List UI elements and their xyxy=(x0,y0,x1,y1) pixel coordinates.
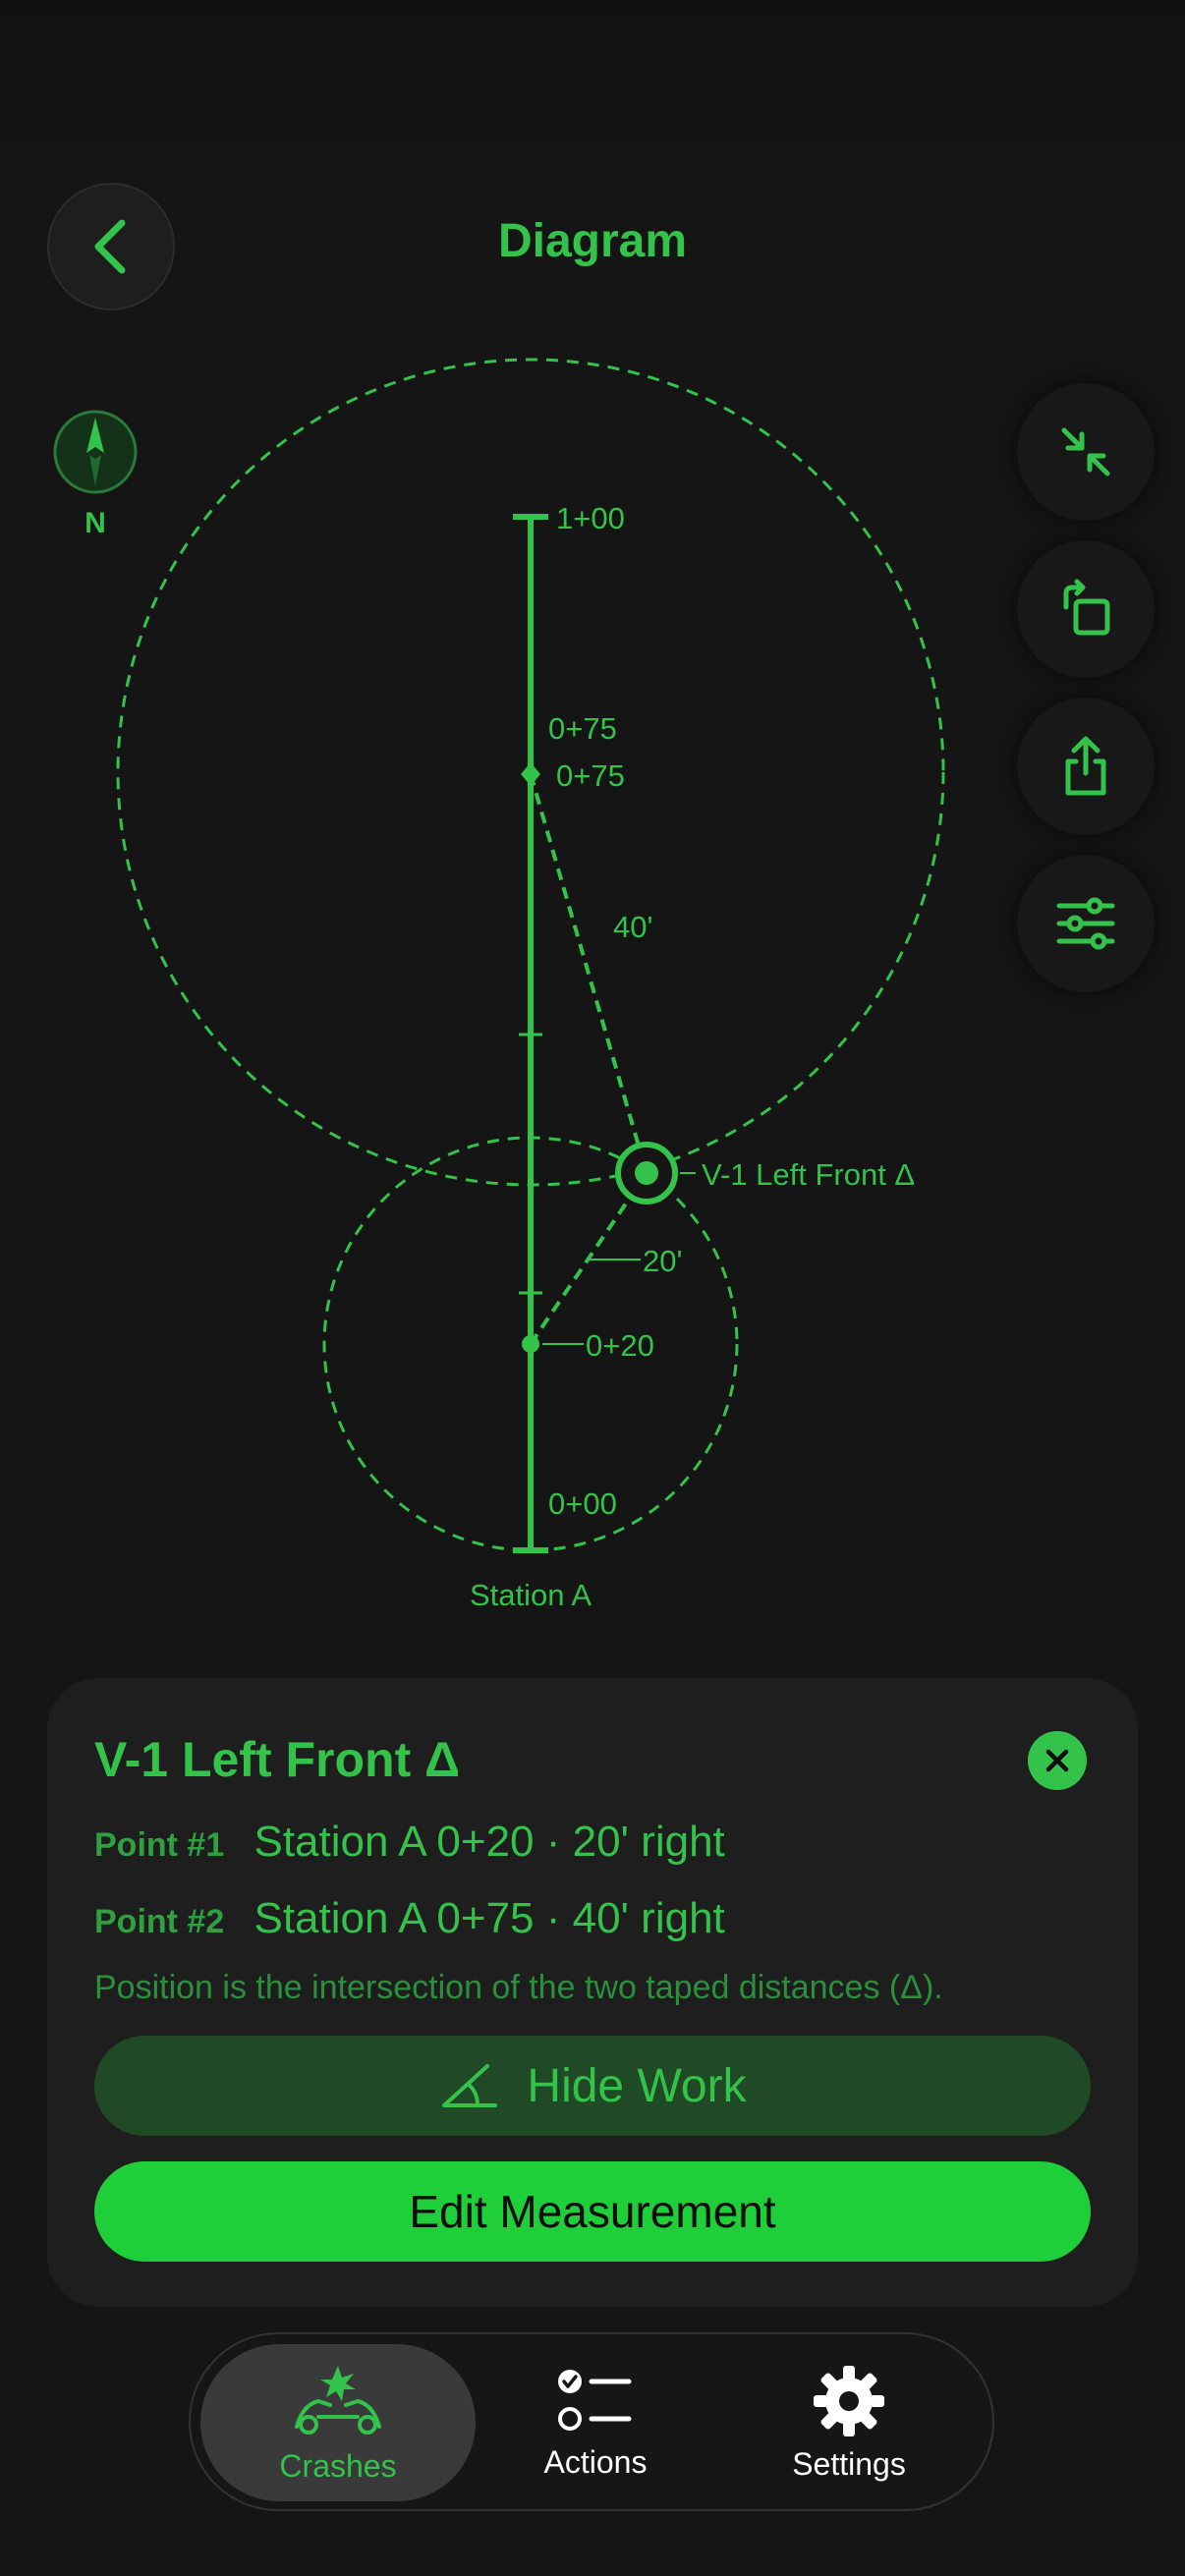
measurement-panel: V-1 Left Front Δ Point #1 Station A 0+20… xyxy=(47,1678,1138,2307)
share-icon xyxy=(1065,736,1106,796)
measured-point[interactable] xyxy=(615,1142,678,1204)
distance-label-40: 40' xyxy=(613,910,652,944)
tab-actions[interactable]: Actions xyxy=(458,2344,733,2501)
close-icon xyxy=(1045,1749,1069,1772)
point-2-label: Point #2 xyxy=(94,1903,225,1940)
hide-work-button[interactable]: Hide Work xyxy=(94,2036,1091,2136)
close-button[interactable] xyxy=(1028,1731,1087,1790)
baseline-label-top: 1+00 xyxy=(556,501,625,535)
station-point-75 xyxy=(521,762,540,786)
tab-actions-label: Actions xyxy=(543,2443,648,2480)
point-1-value: Station A 0+20 · 20' right xyxy=(254,1818,725,1866)
point-2-row: Point #2 Station A 0+75 · 40' right xyxy=(94,1894,725,1943)
panel-note: Position is the intersection of the two … xyxy=(94,1969,943,2006)
rotate-button[interactable] xyxy=(1017,540,1155,678)
point-1-row: Point #1 Station A 0+20 · 20' right xyxy=(94,1818,725,1867)
diagram-canvas[interactable]: 1+00 0+75 0+75 40' V-1 Left Front Δ 20' … xyxy=(0,0,1185,1651)
edit-measurement-button[interactable]: Edit Measurement xyxy=(94,2161,1091,2262)
tab-crashes-label: Crashes xyxy=(279,2447,397,2484)
distance-label-20: 20' xyxy=(643,1244,682,1278)
tab-bar: Crashes Actions Settings xyxy=(189,2332,994,2511)
point-label: V-1 Left Front Δ xyxy=(702,1157,915,1192)
collapse-icon xyxy=(1061,427,1110,476)
panel-title: V-1 Left Front Δ xyxy=(94,1732,461,1787)
tab-crashes[interactable]: Crashes xyxy=(200,2344,476,2501)
crash-icon xyxy=(295,2365,381,2435)
station-label: Station A xyxy=(470,1578,592,1612)
rotate-icon xyxy=(1063,579,1110,636)
checklist-icon xyxy=(558,2369,632,2431)
gear-icon xyxy=(814,2365,884,2436)
tape-line-40ft xyxy=(529,773,649,1174)
share-button[interactable] xyxy=(1017,698,1155,835)
tab-settings[interactable]: Settings xyxy=(711,2344,987,2501)
filters-button[interactable] xyxy=(1017,855,1155,992)
baseline-label-bottom: 0+00 xyxy=(548,1486,617,1521)
tab-settings-label: Settings xyxy=(792,2445,906,2482)
collapse-button[interactable] xyxy=(1017,383,1155,521)
station-point-20 xyxy=(522,1335,539,1353)
sliders-icon xyxy=(1056,897,1115,950)
baseline-label-75-left: 0+75 xyxy=(548,711,617,746)
point-2-value: Station A 0+75 · 40' right xyxy=(254,1894,725,1942)
baseline-label-20: 0+20 xyxy=(586,1328,654,1363)
baseline-label-75-right: 0+75 xyxy=(556,758,625,793)
edit-measurement-label: Edit Measurement xyxy=(409,2186,776,2237)
angle-icon xyxy=(442,2064,498,2107)
hide-work-label: Hide Work xyxy=(527,2059,747,2112)
point-1-label: Point #1 xyxy=(94,1826,225,1864)
